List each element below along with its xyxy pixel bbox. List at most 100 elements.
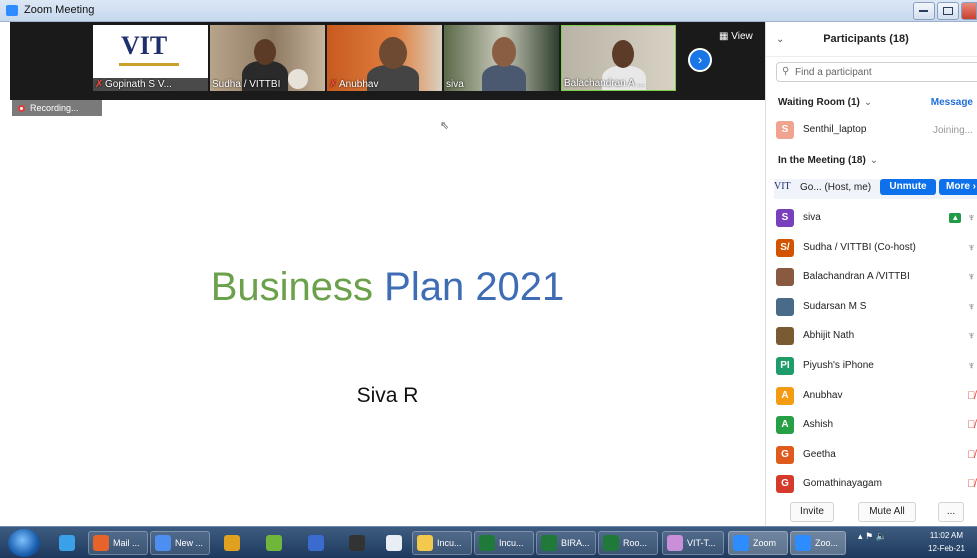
panel-title: Participants (18) [823, 33, 909, 45]
taskbar-label: Roo... [623, 538, 648, 548]
taskbar-button[interactable]: Mail ... [88, 531, 148, 555]
video-tile[interactable]: VIT ✗ Gopinath S V... [93, 25, 208, 91]
media-icon [349, 535, 365, 551]
taskbar-label: New ... [175, 538, 204, 548]
search-icon: ⚲ [782, 66, 790, 77]
avatar [776, 268, 794, 287]
taskbar-button[interactable] [338, 531, 374, 555]
participant-row[interactable]: Balachandran A /VITTBI♆ ▭ [776, 268, 977, 288]
more-button[interactable]: More › [939, 179, 977, 195]
avatar: S [776, 121, 794, 139]
chevron-down-icon: ⌄ [869, 155, 879, 166]
participant-search-input[interactable]: ⚲ Find a participant [776, 62, 977, 82]
invite-button[interactable]: Invite [790, 502, 834, 522]
taskbar-button[interactable] [378, 531, 408, 555]
taskbar-button[interactable]: Roo... [598, 531, 658, 555]
more-options-button[interactable]: ... [938, 502, 964, 522]
paint-icon [667, 535, 683, 551]
participant-name: Balachandran A /VITTBI [803, 271, 910, 283]
mic-icon: ♆ [967, 212, 976, 224]
taskbar-button[interactable] [254, 531, 292, 555]
grid-icon: ▦ [719, 31, 732, 42]
host-participant-row[interactable]: VIT Go... (Host, me) Unmute More › [774, 179, 977, 199]
participant-name: Senthil_laptop [803, 124, 867, 135]
participant-name: Geetha [803, 448, 836, 460]
participant-row[interactable]: GGeetha🎙̸ ▭̸ [776, 445, 977, 466]
avatar: A [776, 416, 794, 435]
taskbar-button[interactable] [212, 531, 250, 555]
participant-name: Abhijit Nath [803, 330, 855, 342]
network-icon: ⚑ [865, 531, 874, 541]
avatar: S [776, 209, 794, 227]
taskbar-button[interactable]: VIT-T... [662, 531, 724, 555]
unmute-button[interactable]: Unmute [880, 179, 936, 195]
video-tile[interactable]: siva [444, 25, 559, 91]
in-meeting-header[interactable]: In the Meeting (18) ⌄ [778, 155, 878, 166]
participant-row[interactable]: AAshish🎙̸ ▭̸ [776, 416, 977, 436]
window-titlebar[interactable]: Zoom Meeting [0, 0, 977, 22]
video-tile[interactable]: ✗ Anubhav [327, 25, 442, 91]
taskbar-label: BIRA... [561, 538, 590, 548]
taskbar-label: Zoo... [815, 538, 839, 548]
next-page-button[interactable]: › [688, 48, 712, 72]
minimize-button[interactable] [913, 2, 935, 20]
mic-icon: ♆ [967, 330, 976, 343]
participant-name: Sudha / VITTBI (Co-host) [803, 241, 916, 253]
avatar [776, 297, 794, 316]
taskbar-button[interactable]: Zoom [728, 531, 788, 555]
chrome-pin-icon [224, 535, 240, 551]
participant-row[interactable]: S/Sudha / VITTBI (Co-host)♆ ▭ [776, 238, 977, 259]
participant-row[interactable]: GGomathinayagam🎙̸ ▭̸ [776, 475, 977, 495]
taskbar-label: VIT-T... [687, 538, 716, 548]
volume-icon: 🔈 [875, 531, 887, 541]
participant-row[interactable]: PIPiyush's iPhone♆ ▭̸ [776, 357, 977, 377]
participant-row[interactable]: Ssiva▲♆ ▭ [776, 209, 977, 229]
record-icon [18, 105, 25, 112]
close-button[interactable] [961, 2, 977, 20]
excel-icon [603, 535, 619, 551]
taskbar-button[interactable]: Incu... [474, 531, 534, 555]
avatar: G [776, 445, 794, 464]
mic-muted-icon: 🎙̸ [967, 419, 976, 432]
mic-icon: ♆ [967, 300, 976, 313]
start-button[interactable] [8, 529, 40, 557]
tile-name: Balachandran A ... [564, 78, 646, 89]
participant-row[interactable]: AAnubhav🎙̸ ▭ [776, 386, 977, 407]
system-tray[interactable]: ▴ ⚑ 🔈 [858, 531, 887, 542]
taskbar-button[interactable]: Zoo... [790, 531, 846, 555]
slide-title: Business Plan 2021 [210, 265, 565, 309]
folder-icon [417, 535, 433, 551]
taskbar-label: Incu... [499, 538, 524, 548]
participant-row[interactable]: Sudarsan M S♆ ▭̸ [776, 297, 977, 318]
mic-icon: ♆ [967, 241, 976, 254]
window-controls [911, 2, 977, 20]
video-tile[interactable]: Sudha / VITTBI [210, 25, 325, 91]
waiting-room-header[interactable]: Waiting Room (1) ⌄ [778, 97, 872, 108]
windows-taskbar: Mail ... New ... Incu... Incu... BIRA... Roo.… [0, 526, 977, 558]
clock[interactable]: 11:02 AM 12-Feb-21 [928, 529, 965, 555]
chevron-down-icon: ⌄ [863, 97, 873, 108]
avatar [776, 327, 794, 346]
recording-badge[interactable]: Recording... [12, 100, 102, 116]
maximize-button[interactable] [937, 2, 959, 20]
panel-footer: Invite Mute All ... [766, 498, 977, 526]
taskbar-button[interactable] [296, 531, 334, 555]
video-tile[interactable]: Balachandran A ... [561, 25, 676, 91]
taskbar-button[interactable] [48, 531, 84, 555]
panel-header: ⌄ Participants (18) [766, 22, 977, 57]
taskbar-button[interactable]: Incu... [412, 531, 472, 555]
meeting-area: VIT ✗ Gopinath S V... Sudha / VITTBI ✗ Anu… [10, 22, 765, 526]
taskbar-button[interactable]: New ... [150, 531, 210, 555]
window-title: Zoom Meeting [24, 4, 95, 16]
view-button[interactable]: ▦ View [719, 31, 753, 42]
message-button[interactable]: Message [931, 97, 973, 108]
participant-row[interactable]: Abhijit Nath♆ ▭̸ [776, 327, 977, 347]
avatar: S/ [776, 238, 794, 257]
mic-icon: ♆ [967, 360, 976, 372]
avatar: A [776, 386, 794, 405]
taskbar-button[interactable]: BIRA... [536, 531, 596, 555]
mute-all-button[interactable]: Mute All [858, 502, 916, 522]
chevron-right-icon: › [697, 52, 703, 67]
tile-name: siva [446, 79, 464, 90]
waiting-participant-row[interactable]: S Senthil_laptop Joining... [776, 121, 977, 141]
